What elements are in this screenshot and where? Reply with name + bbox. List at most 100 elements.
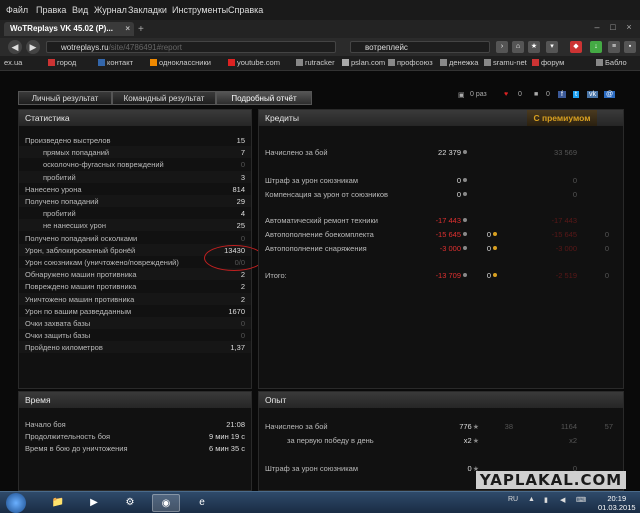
bookmark-item[interactable]: профсоюз bbox=[388, 58, 433, 67]
minimize-icon[interactable]: – bbox=[592, 22, 602, 34]
credit-label: Начислено за бой bbox=[265, 148, 328, 157]
start-button[interactable] bbox=[6, 493, 26, 513]
bookmark-item[interactable]: pslan.com bbox=[342, 58, 385, 67]
time-panel: Время Начало боя 21:08 Продолжительность б… bbox=[18, 391, 252, 491]
search-go-icon[interactable]: › bbox=[496, 41, 508, 53]
time-header: Время bbox=[19, 392, 251, 408]
credit-coin-icon bbox=[463, 150, 467, 154]
stat-label: Очки захвата базы bbox=[25, 319, 91, 328]
bookmark-item[interactable]: ex.ua bbox=[4, 58, 22, 67]
clock[interactable]: 20:19 01.03.2015 bbox=[598, 494, 636, 512]
time-label: Продолжительность боя bbox=[25, 432, 111, 441]
firefox-icon[interactable]: ◉ bbox=[152, 494, 180, 512]
credit-label: Автоматический ремонт техники bbox=[265, 216, 378, 225]
twitter-icon[interactable]: t bbox=[573, 91, 579, 98]
tab-detailed-report[interactable]: Подробный отчёт bbox=[216, 91, 312, 105]
page-content: Личный результат Командный результат Под… bbox=[0, 71, 640, 499]
credit-premium-value: -3 000 bbox=[555, 244, 577, 253]
credit-coin-icon bbox=[463, 232, 467, 236]
tab-personal-result[interactable]: Личный результат bbox=[18, 91, 112, 105]
menu-file[interactable]: Файл bbox=[6, 5, 28, 15]
comment-icon[interactable]: ■ bbox=[534, 91, 538, 98]
bookmarks-bar: ex.ua город контакт одноклассники youtub… bbox=[0, 56, 640, 71]
new-tab-icon[interactable]: + bbox=[138, 24, 144, 35]
extension-icon[interactable]: ▪ bbox=[624, 41, 636, 53]
credit-value: 0 bbox=[457, 176, 467, 185]
menu-edit[interactable]: Правка bbox=[36, 5, 66, 15]
credit-premium-value: -15 645 bbox=[551, 230, 577, 239]
stat-value: 2 bbox=[240, 282, 245, 292]
stat-label: Очки защиты базы bbox=[25, 331, 91, 341]
camera-icon[interactable]: ▣ bbox=[458, 91, 465, 99]
stat-label: Нанесено урона bbox=[25, 184, 82, 194]
bookmark-item[interactable]: Бабло bbox=[596, 58, 627, 67]
explorer-icon[interactable]: 📁 bbox=[44, 494, 72, 512]
close-window-icon[interactable]: × bbox=[624, 22, 634, 34]
menu-help[interactable]: Справка bbox=[228, 5, 263, 15]
language-indicator[interactable]: RU bbox=[508, 496, 518, 503]
url-input[interactable]: wotreplays.ru/site/4786491#report bbox=[46, 41, 336, 53]
exp-premium-free-value: 57 bbox=[604, 422, 613, 431]
menu-history[interactable]: Журнал bbox=[94, 5, 127, 15]
maximize-icon[interactable]: □ bbox=[608, 22, 618, 34]
credit-coin-icon bbox=[463, 192, 467, 196]
addon-menu-icon[interactable]: ≡ bbox=[608, 41, 620, 53]
bookmark-icon bbox=[596, 59, 603, 66]
vk-icon[interactable]: vk bbox=[587, 91, 598, 98]
bookmark-item[interactable]: контакт bbox=[98, 58, 133, 67]
credit-coin-icon bbox=[463, 178, 467, 182]
stat-label: пробитий bbox=[43, 172, 76, 182]
gold-value: 0 bbox=[487, 244, 497, 253]
media-player-icon[interactable]: ▶ bbox=[80, 494, 108, 512]
credit-value: -13 709 bbox=[436, 271, 467, 280]
stat-label: Уничтожено машин противника bbox=[25, 294, 135, 304]
stat-value: 0 bbox=[240, 331, 245, 341]
credits-panel: Кредиты С премиумом Начислено за бой 22 3… bbox=[258, 109, 624, 389]
credit-label: Штраф за урон союзникам bbox=[265, 176, 359, 185]
photo-count: 0 раз bbox=[470, 91, 487, 98]
menu-bookmarks[interactable]: Закладки bbox=[128, 5, 167, 15]
stat-label: пробитий bbox=[43, 209, 76, 219]
stat-value: 25 bbox=[236, 221, 245, 231]
menu-view[interactable]: Вид bbox=[72, 5, 88, 15]
browser-tab[interactable]: WoTReplays VK 45.02 (P)... × bbox=[4, 22, 134, 36]
menu-dropdown-icon[interactable]: ▾ bbox=[546, 41, 558, 53]
settings-app-icon[interactable]: ⚙ bbox=[116, 494, 144, 512]
mailru-icon[interactable]: @ bbox=[604, 91, 616, 98]
volume-icon[interactable]: ◀ bbox=[560, 496, 565, 504]
menu-tools[interactable]: Инструменты bbox=[172, 5, 228, 15]
home-icon[interactable]: ⌂ bbox=[512, 41, 524, 53]
experience-header: Опыт bbox=[259, 392, 623, 408]
forward-icon[interactable]: ▶ bbox=[26, 40, 40, 54]
stat-value: 1,37 bbox=[230, 343, 245, 353]
credit-premium-value: 0 bbox=[572, 190, 577, 199]
heart-icon[interactable]: ♥ bbox=[504, 91, 508, 98]
flag-icon[interactable]: ▲ bbox=[528, 496, 535, 503]
ie-icon[interactable]: e bbox=[188, 494, 216, 512]
download-icon[interactable]: ↓ bbox=[590, 41, 602, 53]
bookmark-star-icon[interactable]: ★ bbox=[528, 41, 540, 53]
facebook-icon[interactable]: f bbox=[558, 91, 566, 98]
bookmark-item[interactable]: форум bbox=[532, 58, 564, 67]
stat-value: 1670 bbox=[228, 306, 245, 316]
gold-premium-value: 0 bbox=[604, 230, 609, 239]
stat-value: 2 bbox=[240, 294, 245, 304]
back-icon[interactable]: ◀ bbox=[8, 40, 22, 54]
bookmark-item[interactable]: youtube.com bbox=[228, 58, 280, 67]
time-label: Начало боя bbox=[25, 420, 66, 429]
search-input[interactable]: вотреплейс bbox=[350, 41, 490, 53]
bookmark-item[interactable]: город bbox=[48, 58, 76, 67]
bookmark-item[interactable]: одноклассники bbox=[150, 58, 211, 67]
exp-star-icon: ★ bbox=[472, 424, 479, 431]
bookmark-item[interactable]: sramu-net bbox=[484, 58, 527, 67]
bookmark-item[interactable]: rutracker bbox=[296, 58, 335, 67]
language-icon[interactable]: ⌨ bbox=[576, 496, 586, 504]
network-icon[interactable]: ▮ bbox=[544, 496, 548, 504]
time-label: Время в бою до уничтожения bbox=[25, 444, 128, 453]
close-tab-icon[interactable]: × bbox=[125, 22, 130, 36]
stat-label: не нанесших урон bbox=[43, 221, 106, 231]
bookmark-item[interactable]: денежка bbox=[440, 58, 478, 67]
tab-team-result[interactable]: Командный результат bbox=[112, 91, 216, 105]
addon-icon[interactable]: ◆ bbox=[570, 41, 582, 53]
exp-free-value: 38 bbox=[504, 422, 513, 431]
